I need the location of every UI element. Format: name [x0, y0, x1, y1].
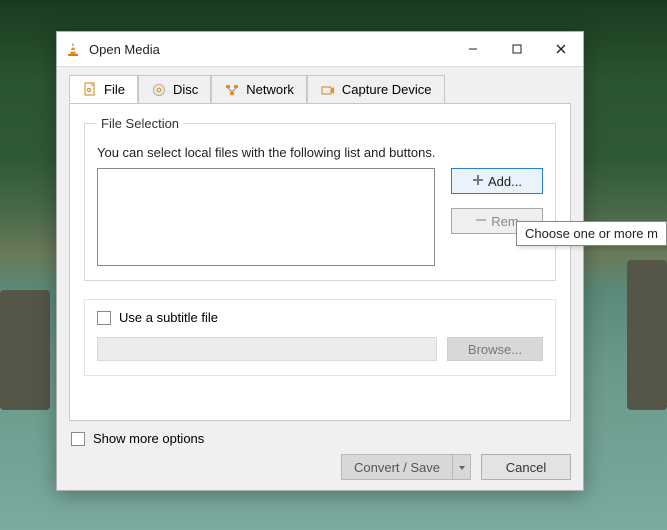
dialog-footer: Convert / Save Cancel — [69, 446, 571, 480]
subtitle-path-input[interactable] — [97, 337, 437, 361]
remove-label: Rem — [491, 214, 518, 229]
tab-label: Disc — [173, 82, 198, 97]
network-icon — [224, 82, 240, 98]
tab-bar: File Disc Network Capture Device — [69, 75, 571, 103]
subtitle-label: Use a subtitle file — [119, 310, 218, 325]
add-button-tooltip: Choose one or more m — [516, 221, 667, 246]
vlc-cone-icon — [65, 41, 83, 57]
more-options-label: Show more options — [93, 431, 204, 446]
add-button[interactable]: Add... — [451, 168, 543, 194]
window-title: Open Media — [89, 42, 451, 57]
subtitle-group: Use a subtitle file Browse... — [84, 299, 556, 376]
subtitle-checkbox[interactable] — [97, 311, 111, 325]
file-selection-group: File Selection You can select local file… — [84, 116, 556, 281]
minus-icon — [475, 214, 487, 229]
tab-label: File — [104, 82, 125, 97]
open-media-dialog: Open Media File — [56, 31, 584, 491]
plus-icon — [472, 174, 484, 189]
file-selection-desc: You can select local files with the foll… — [97, 145, 543, 160]
cancel-button[interactable]: Cancel — [481, 454, 571, 480]
browse-label: Browse... — [468, 342, 522, 357]
convert-save-dropdown[interactable] — [453, 454, 471, 480]
file-selection-legend: File Selection — [97, 116, 183, 131]
tab-network[interactable]: Network — [211, 75, 307, 103]
tab-file[interactable]: File — [69, 75, 138, 103]
file-list[interactable] — [97, 168, 435, 266]
tab-capture-device[interactable]: Capture Device — [307, 75, 445, 103]
browse-button[interactable]: Browse... — [447, 337, 543, 361]
tab-disc[interactable]: Disc — [138, 75, 211, 103]
file-icon — [82, 81, 98, 97]
tab-label: Capture Device — [342, 82, 432, 97]
tab-label: Network — [246, 82, 294, 97]
disc-icon — [151, 82, 167, 98]
cancel-label: Cancel — [506, 460, 546, 475]
titlebar: Open Media — [57, 32, 583, 66]
convert-label: Convert / Save — [354, 460, 440, 475]
convert-save-button[interactable]: Convert / Save — [341, 454, 471, 480]
maximize-button[interactable] — [495, 32, 539, 66]
close-button[interactable] — [539, 32, 583, 66]
tab-file-panel: File Selection You can select local file… — [69, 103, 571, 421]
chevron-down-icon — [458, 460, 466, 475]
minimize-button[interactable] — [451, 32, 495, 66]
more-options-checkbox[interactable] — [71, 432, 85, 446]
add-label: Add... — [488, 174, 522, 189]
capture-device-icon — [320, 82, 336, 98]
